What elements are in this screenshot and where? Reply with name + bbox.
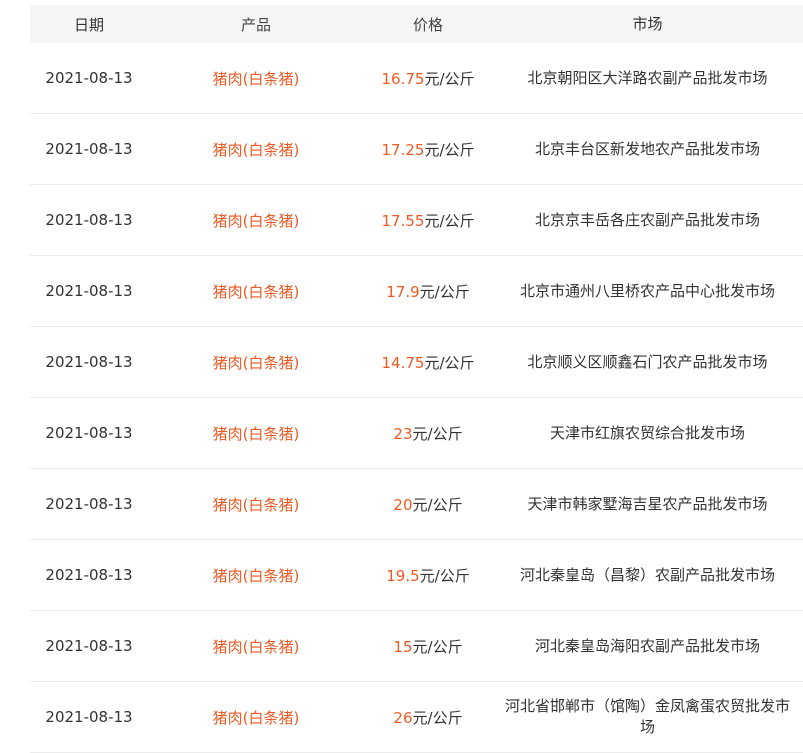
- row-date: 2021-08-13: [45, 353, 133, 371]
- header-market: 市场: [632, 14, 663, 33]
- row-date: 2021-08-13: [45, 69, 133, 87]
- row-date: 2021-08-13: [45, 708, 133, 726]
- price-unit: 元/公斤: [419, 566, 470, 585]
- table-row: 2021-08-13 猪肉(白条猪) 19.5元/公斤 河北秦皇岛（昌黎）农副产…: [30, 540, 803, 611]
- table-row: 2021-08-13 猪肉(白条猪) 17.55元/公斤 北京京丰岳各庄农副产品…: [30, 185, 803, 256]
- row-date: 2021-08-13: [45, 495, 133, 513]
- row-price: 14.75元/公斤: [364, 352, 492, 373]
- row-date: 2021-08-13: [45, 140, 133, 158]
- price-value: 14.75: [381, 353, 425, 372]
- price-value: 16.75: [381, 69, 425, 88]
- row-product[interactable]: 猪肉(白条猪): [148, 494, 364, 515]
- row-product[interactable]: 猪肉(白条猪): [148, 636, 364, 657]
- row-date: 2021-08-13: [45, 211, 133, 229]
- header-price: 价格: [412, 15, 443, 34]
- price-value: 23: [393, 424, 413, 443]
- price-value: 17.55: [381, 211, 425, 230]
- price-value: 15: [393, 637, 413, 656]
- row-market[interactable]: 河北秦皇岛海阳农副产品批发市场: [492, 636, 803, 657]
- table-row: 2021-08-13 猪肉(白条猪) 14.75元/公斤 北京顺义区顺鑫石门农产…: [30, 327, 803, 398]
- row-date: 2021-08-13: [45, 637, 133, 655]
- row-market[interactable]: 北京丰台区新发地农产品批发市场: [492, 139, 803, 160]
- table-header: 日期 产品 价格 市场: [30, 5, 803, 43]
- row-market[interactable]: 河北秦皇岛（昌黎）农副产品批发市场: [492, 565, 803, 586]
- table-row: 2021-08-13 猪肉(白条猪) 20元/公斤 天津市韩家墅海吉星农产品批发…: [30, 469, 803, 540]
- row-product[interactable]: 猪肉(白条猪): [148, 707, 364, 728]
- row-product[interactable]: 猪肉(白条猪): [148, 68, 364, 89]
- price-unit: 元/公斤: [424, 211, 475, 230]
- row-product[interactable]: 猪肉(白条猪): [148, 423, 364, 444]
- row-price: 26元/公斤: [364, 707, 492, 728]
- row-market[interactable]: 北京朝阳区大洋路农副产品批发市场: [492, 68, 803, 89]
- price-unit: 元/公斤: [412, 637, 463, 656]
- price-unit: 元/公斤: [412, 708, 463, 727]
- price-unit: 元/公斤: [424, 140, 475, 159]
- table-row: 2021-08-13 猪肉(白条猪) 17.9元/公斤 北京市通州八里桥农产品中…: [30, 256, 803, 327]
- price-unit: 元/公斤: [424, 69, 475, 88]
- table-row: 2021-08-13 猪肉(白条猪) 26元/公斤 河北省邯郸市（馆陶）金凤禽蛋…: [30, 682, 803, 753]
- table-row: 2021-08-13 猪肉(白条猪) 23元/公斤 天津市红旗农贸综合批发市场: [30, 398, 803, 469]
- row-product[interactable]: 猪肉(白条猪): [148, 352, 364, 373]
- row-date: 2021-08-13: [45, 282, 133, 300]
- row-market[interactable]: 天津市红旗农贸综合批发市场: [492, 423, 803, 444]
- price-value: 17.25: [381, 140, 425, 159]
- row-market[interactable]: 河北省邯郸市（馆陶）金凤禽蛋农贸批发市场: [492, 696, 803, 738]
- row-price: 16.75元/公斤: [364, 68, 492, 89]
- price-unit: 元/公斤: [424, 353, 475, 372]
- price-value: 20: [393, 495, 413, 514]
- price-value: 26: [393, 708, 413, 727]
- row-price: 15元/公斤: [364, 636, 492, 657]
- row-price: 17.25元/公斤: [364, 139, 492, 160]
- row-product[interactable]: 猪肉(白条猪): [148, 281, 364, 302]
- row-price: 23元/公斤: [364, 423, 492, 444]
- row-market[interactable]: 北京京丰岳各庄农副产品批发市场: [492, 210, 803, 231]
- header-product: 产品: [240, 15, 271, 34]
- row-price: 20元/公斤: [364, 494, 492, 515]
- row-price: 17.55元/公斤: [364, 210, 492, 231]
- header-date: 日期: [73, 15, 104, 34]
- price-unit: 元/公斤: [412, 424, 463, 443]
- row-product[interactable]: 猪肉(白条猪): [148, 139, 364, 160]
- table-row: 2021-08-13 猪肉(白条猪) 16.75元/公斤 北京朝阳区大洋路农副产…: [30, 43, 803, 114]
- row-price: 17.9元/公斤: [364, 281, 492, 302]
- row-market[interactable]: 天津市韩家墅海吉星农产品批发市场: [492, 494, 803, 515]
- row-product[interactable]: 猪肉(白条猪): [148, 565, 364, 586]
- row-date: 2021-08-13: [45, 424, 133, 442]
- price-value: 17.9: [386, 282, 420, 301]
- row-market[interactable]: 北京顺义区顺鑫石门农产品批发市场: [492, 352, 803, 373]
- row-product[interactable]: 猪肉(白条猪): [148, 210, 364, 231]
- row-market[interactable]: 北京市通州八里桥农产品中心批发市场: [492, 281, 803, 302]
- price-unit: 元/公斤: [412, 495, 463, 514]
- price-value: 19.5: [386, 566, 420, 585]
- row-date: 2021-08-13: [45, 566, 133, 584]
- table-row: 2021-08-13 猪肉(白条猪) 17.25元/公斤 北京丰台区新发地农产品…: [30, 114, 803, 185]
- price-table: 日期 产品 价格 市场 2021-08-13 猪肉(白条猪) 16.75元/公斤…: [30, 5, 803, 753]
- table-row: 2021-08-13 猪肉(白条猪) 15元/公斤 河北秦皇岛海阳农副产品批发市…: [30, 611, 803, 682]
- price-unit: 元/公斤: [419, 282, 470, 301]
- row-price: 19.5元/公斤: [364, 565, 492, 586]
